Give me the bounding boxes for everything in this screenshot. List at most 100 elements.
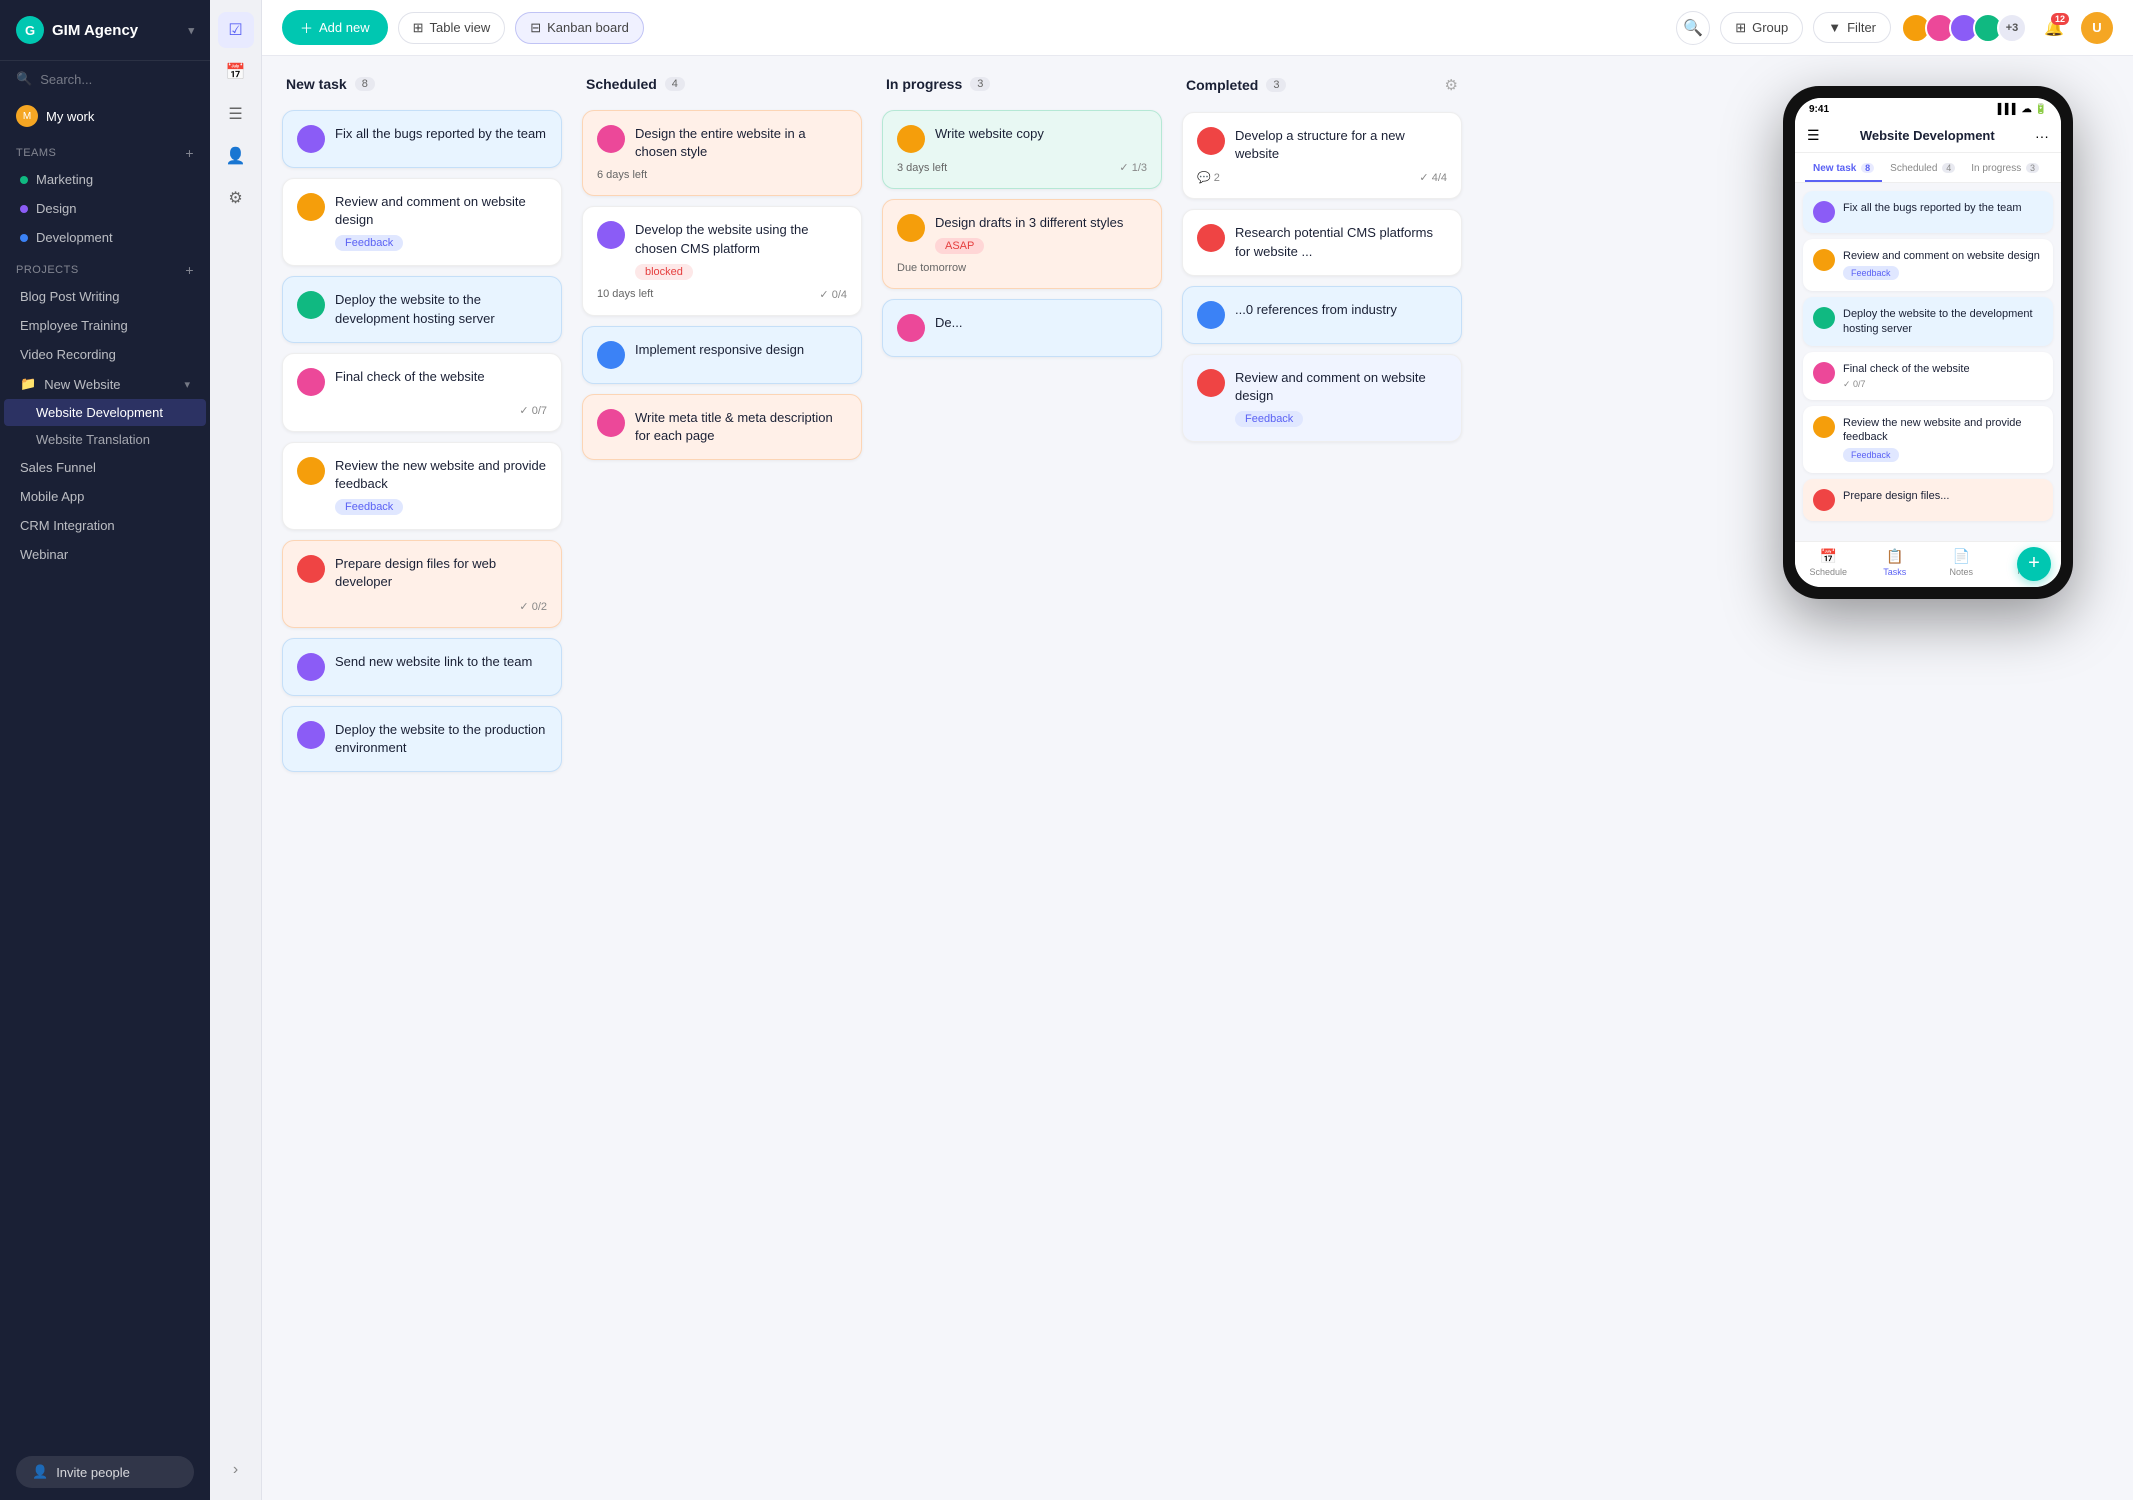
add-project-icon[interactable]: +: [185, 262, 194, 278]
column-title-text: Scheduled: [586, 76, 657, 92]
checklist-meta: ✓ 0/7: [1843, 379, 1970, 390]
phone-task-card[interactable]: Prepare design files...: [1803, 479, 2053, 521]
icon-bar-settings[interactable]: ⚙: [218, 180, 254, 216]
team-avatars[interactable]: +3: [1901, 13, 2027, 43]
phone-task-card[interactable]: Final check of the website ✓ 0/7: [1803, 352, 2053, 400]
sidebar-item-employee[interactable]: Employee Training: [4, 311, 206, 340]
sidebar-item-sales[interactable]: Sales Funnel: [4, 453, 206, 482]
phone-nav-schedule[interactable]: 📅 Schedule: [1795, 548, 1862, 577]
card-title: Deploy the website to the development ho…: [335, 291, 547, 327]
icon-bar-list[interactable]: ☰: [218, 96, 254, 132]
column-count: 3: [1266, 78, 1286, 92]
task-card[interactable]: Deploy the website to the development ho…: [282, 276, 562, 342]
sidebar-item-new-website[interactable]: 📁 New Website ▾: [4, 369, 206, 399]
sidebar-item-website-dev[interactable]: Website Development: [4, 399, 206, 426]
task-card[interactable]: Deploy the website to the production env…: [282, 706, 562, 772]
app-name: GIM Agency: [52, 22, 138, 39]
more-icon[interactable]: ···: [2035, 128, 2049, 144]
table-view-button[interactable]: ⊞ Table view: [398, 12, 506, 44]
project-label: New Website: [44, 377, 120, 392]
days-left: 3 days left: [897, 162, 947, 174]
sidebar-item-mywork[interactable]: M My work: [0, 97, 210, 135]
task-card[interactable]: Design drafts in 3 different styles ASAP…: [882, 199, 1162, 289]
task-card[interactable]: Fix all the bugs reported by the team: [282, 110, 562, 168]
task-card[interactable]: Write meta title & meta description for …: [582, 394, 862, 460]
task-card[interactable]: Implement responsive design: [582, 326, 862, 384]
task-card[interactable]: Develop a structure for a new website 💬 …: [1182, 112, 1462, 199]
sidebar-item-blog-post[interactable]: Blog Post Writing: [4, 282, 206, 311]
task-card[interactable]: Review the new website and provide feedb…: [282, 442, 562, 530]
search-button[interactable]: 🔍: [1676, 11, 1710, 45]
icon-bar-expand[interactable]: ›: [218, 1452, 254, 1488]
phone-status-bar: 9:41 ▌▌▌ ☁ 🔋: [1795, 98, 2061, 119]
task-card[interactable]: Research potential CMS platforms for web…: [1182, 209, 1462, 275]
days-left: 10 days left: [597, 288, 653, 300]
task-card[interactable]: Review and comment on website design Fee…: [282, 178, 562, 266]
sidebar-item-marketing[interactable]: Marketing: [4, 165, 206, 194]
team-label: Development: [36, 230, 113, 245]
notifications-button[interactable]: 🔔 12: [2037, 11, 2071, 45]
column-header-in-progress: In progress 3: [882, 76, 1162, 100]
user-avatar-main[interactable]: U: [2081, 12, 2113, 44]
task-card[interactable]: Prepare design files for web developer ✓…: [282, 540, 562, 627]
column-title-text: In progress: [886, 76, 962, 92]
task-card[interactable]: Review and comment on website design Fee…: [1182, 354, 1462, 442]
phone-task-card[interactable]: Deploy the website to the development ho…: [1803, 297, 2053, 346]
sidebar-item-website-trans[interactable]: Website Translation: [4, 426, 206, 453]
task-card[interactable]: Send new website link to the team: [282, 638, 562, 696]
sidebar-item-crm[interactable]: CRM Integration: [4, 511, 206, 540]
column-count: 4: [665, 77, 685, 91]
card-avatar: [597, 409, 625, 437]
sidebar-item-design[interactable]: Design: [4, 194, 206, 223]
project-label: Video Recording: [20, 347, 116, 362]
task-card[interactable]: Develop the website using the chosen CMS…: [582, 206, 862, 315]
card-avatar: [297, 125, 325, 153]
phone-nav-tasks[interactable]: 📋 Tasks: [1862, 548, 1929, 577]
app-logo[interactable]: G GIM Agency ▾: [0, 0, 210, 61]
phone-task-card[interactable]: Fix all the bugs reported by the team: [1803, 191, 2053, 233]
card-title: Final check of the website: [335, 368, 485, 386]
task-card[interactable]: De...: [882, 299, 1162, 357]
filter-button[interactable]: ▼ Filter: [1813, 12, 1891, 43]
card-avatar: [1197, 127, 1225, 155]
menu-icon[interactable]: ☰: [1807, 127, 1820, 144]
card-avatar: [1197, 301, 1225, 329]
phone-tab-inprogress[interactable]: In progress 3: [1963, 159, 2047, 182]
phone-task-card[interactable]: Review and comment on website design Fee…: [1803, 239, 2053, 291]
settings-icon[interactable]: ⚙: [1445, 76, 1458, 94]
task-card[interactable]: ...0 references from industry: [1182, 286, 1462, 344]
sidebar-item-video[interactable]: Video Recording: [4, 340, 206, 369]
group-button[interactable]: ⊞ Group: [1720, 12, 1803, 44]
sidebar-item-webinar[interactable]: Webinar: [4, 540, 206, 569]
phone-fab-button[interactable]: +: [2017, 547, 2051, 581]
card-title: Write meta title & meta description for …: [635, 409, 847, 445]
checklist-meta: ✓ 1/3: [1119, 161, 1147, 174]
sidebar: G GIM Agency ▾ 🔍 Search... M My work Tea…: [0, 0, 210, 1500]
task-card[interactable]: Final check of the website ✓ 0/7: [282, 353, 562, 432]
icon-bar-calendar[interactable]: 📅: [218, 54, 254, 90]
phone-tab-scheduled[interactable]: Scheduled 4: [1882, 159, 1963, 182]
add-new-button[interactable]: ＋ Add new: [282, 10, 388, 45]
icon-bar-person[interactable]: 👤: [218, 138, 254, 174]
phone-nav-notes[interactable]: 📄 Notes: [1928, 548, 1995, 577]
phone-task-card[interactable]: Review the new website and provide feedb…: [1803, 406, 2053, 473]
projects-section: Projects +: [0, 252, 210, 282]
kanban-board-button[interactable]: ⊟ Kanban board: [515, 12, 644, 44]
sidebar-item-development[interactable]: Development: [4, 223, 206, 252]
feedback-tag: Feedback: [1843, 266, 1899, 280]
icon-bar-checkbox[interactable]: ☑: [218, 12, 254, 48]
column-title-text: New task: [286, 76, 347, 92]
column-in-progress: In progress 3 Write website copy 3 days …: [882, 76, 1162, 1480]
tasks-icon: 📋: [1886, 548, 1903, 565]
sidebar-item-mobile[interactable]: Mobile App: [4, 482, 206, 511]
projects-label: Projects: [16, 264, 79, 276]
task-card[interactable]: Design the entire website in a chosen st…: [582, 110, 862, 196]
phone-screen: 9:41 ▌▌▌ ☁ 🔋 ☰ Website Development ··· N…: [1795, 98, 2061, 587]
search-input[interactable]: 🔍 Search...: [0, 61, 210, 97]
teams-label: Teams: [16, 147, 56, 159]
add-team-icon[interactable]: +: [185, 145, 194, 161]
phone-tab-newtask[interactable]: New task 8: [1805, 159, 1882, 182]
task-card[interactable]: Write website copy 3 days left ✓ 1/3: [882, 110, 1162, 189]
logo-icon: G: [16, 16, 44, 44]
invite-people-button[interactable]: 👤 Invite people: [16, 1456, 194, 1488]
